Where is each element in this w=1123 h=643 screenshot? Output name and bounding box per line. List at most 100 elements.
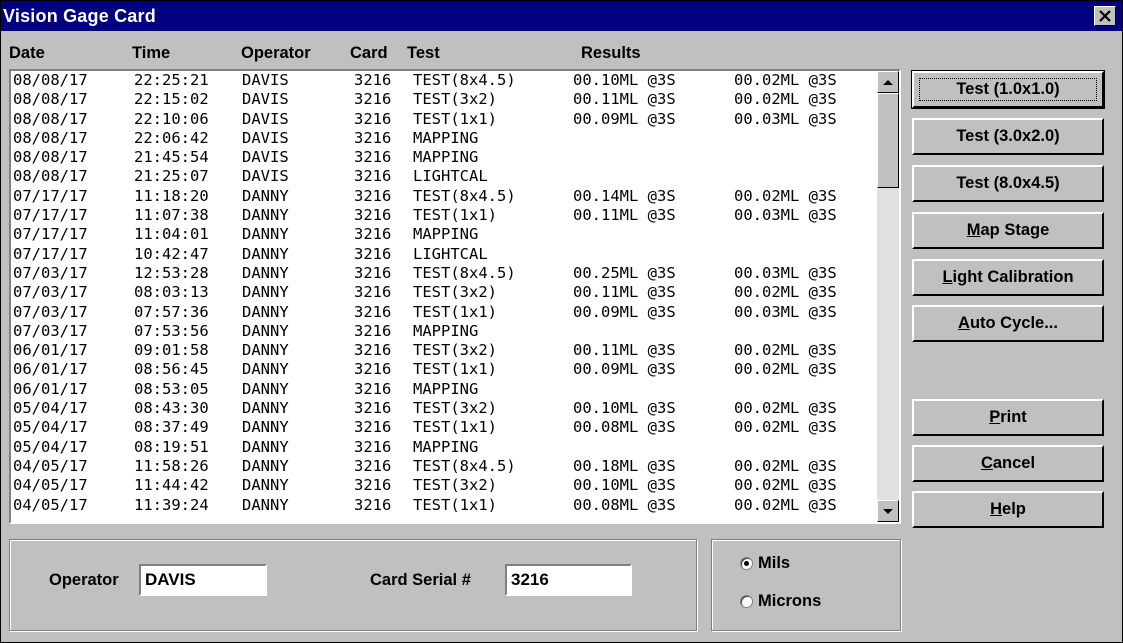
print-button[interactable]: Print: [912, 399, 1104, 436]
cell-date: 08/08/17: [13, 109, 88, 128]
mils-radio[interactable]: [740, 557, 753, 570]
cell-date: 07/17/17: [13, 244, 88, 263]
cell-test: TEST(1x1): [413, 109, 497, 128]
table-row[interactable]: 07/17/17 11:07:38 DANNY 3216 TEST(1x1) 00.11M…: [13, 206, 875, 225]
cell-operator: DANNY: [242, 186, 289, 205]
table-row[interactable]: 08/08/17 21:25:07 DAVIS 3216 LIGHTCAL: [13, 167, 875, 186]
cell-card: 3216: [354, 206, 392, 225]
cell-operator: DANNY: [242, 437, 289, 456]
help-label: elp: [1002, 500, 1026, 518]
units-group: [711, 539, 901, 631]
table-row[interactable]: 07/17/17 11:04:01 DANNY 3216 MAPPING: [13, 225, 875, 244]
cell-card: 3216: [354, 476, 392, 495]
cell-test: TEST(3x2): [413, 399, 497, 418]
table-row[interactable]: 07/17/17 10:42:47 DANNY 3216 LIGHTCAL: [13, 245, 875, 264]
cell-result-1: 00.10ML @3S: [573, 71, 676, 89]
column-header-operator: Operator: [241, 44, 311, 62]
cell-time: 11:44:42: [134, 476, 209, 495]
table-row[interactable]: 08/08/17 22:10:06 DAVIS 3216 TEST(1x1) 00.09M…: [13, 110, 875, 129]
table-row[interactable]: 04/05/17 11:39:24 DANNY 3216 TEST(1x1) 00.08M…: [13, 496, 875, 515]
map-stage-button[interactable]: Map Stage: [912, 212, 1104, 249]
cell-date: 06/01/17: [13, 379, 88, 398]
cell-date: 07/03/17: [13, 263, 88, 282]
selected-dot: [744, 561, 749, 566]
cell-time: 11:39:24: [134, 495, 209, 514]
vertical-scrollbar[interactable]: [877, 71, 899, 522]
cell-test: LIGHTCAL: [413, 244, 488, 263]
cell-date: 04/05/17: [13, 495, 88, 514]
cell-result-2: 00.02ML @3S: [734, 186, 837, 205]
test-1x1-button[interactable]: Test (1.0x1.0): [911, 70, 1105, 109]
scroll-thumb[interactable]: [877, 93, 899, 188]
table-row[interactable]: 08/08/17 21:45:54 DAVIS 3216 MAPPING: [13, 148, 875, 167]
cell-date: 07/03/17: [13, 321, 88, 340]
cell-result-2: 00.02ML @3S: [734, 456, 837, 475]
column-header-date: Date: [9, 44, 45, 62]
table-row[interactable]: 07/17/17 11:18:20 DANNY 3216 TEST(8x4.5) 00.1…: [13, 187, 875, 206]
test-3x2-button[interactable]: Test (3.0x2.0): [912, 118, 1104, 155]
cell-date: 05/04/17: [13, 418, 88, 437]
cell-card: 3216: [354, 456, 392, 475]
cell-time: 08:19:51: [134, 437, 209, 456]
cell-card: 3216: [354, 71, 392, 89]
cell-test: TEST(1x1): [413, 206, 497, 225]
cell-time: 22:15:02: [134, 90, 209, 109]
table-row[interactable]: 05/04/17 08:37:49 DANNY 3216 TEST(1x1) 00.08M…: [13, 418, 875, 437]
help-button[interactable]: Help: [912, 491, 1104, 528]
cell-time: 11:18:20: [134, 186, 209, 205]
table-row[interactable]: 07/03/17 12:53:28 DANNY 3216 TEST(8x4.5) 00.2…: [13, 264, 875, 283]
cell-time: 08:56:45: [134, 360, 209, 379]
cancel-mnemonic: C: [980, 454, 993, 472]
cell-test: MAPPING: [413, 225, 479, 244]
results-listbox[interactable]: 08/08/17 22:25:21 DAVIS 3216 TEST(8x4.5) 00.1…: [9, 69, 901, 524]
light-calibration-button[interactable]: Light Calibration: [912, 259, 1104, 296]
table-row[interactable]: 06/01/17 09:01:58 DANNY 3216 TEST(3x2) 00.11M…: [13, 341, 875, 360]
cell-result-2: 00.02ML @3S: [734, 360, 837, 379]
table-row[interactable]: 05/04/17 08:43:30 DANNY 3216 TEST(3x2) 00.10M…: [13, 399, 875, 418]
table-row[interactable]: 07/03/17 07:53:56 DANNY 3216 MAPPING: [13, 322, 875, 341]
card-serial-field[interactable]: 3216: [505, 564, 632, 596]
table-row[interactable]: 04/05/17 11:44:42 DANNY 3216 TEST(3x2) 00.10M…: [13, 476, 875, 495]
table-row[interactable]: 05/04/17 08:19:51 DANNY 3216 MAPPING: [13, 438, 875, 457]
scroll-down-button[interactable]: [877, 500, 899, 522]
column-header-card: Card: [350, 44, 388, 62]
table-row[interactable]: 07/03/17 07:57:36 DANNY 3216 TEST(1x1) 00.09M…: [13, 303, 875, 322]
table-row[interactable]: 06/01/17 08:53:05 DANNY 3216 MAPPING: [13, 380, 875, 399]
auto-cycle-button[interactable]: Auto Cycle...: [912, 305, 1104, 342]
microns-radio[interactable]: [740, 595, 753, 608]
cell-card: 3216: [354, 225, 392, 244]
cell-test: TEST(8x4.5): [413, 263, 516, 282]
scroll-up-button[interactable]: [877, 71, 899, 93]
cell-test: TEST(3x2): [413, 283, 497, 302]
cell-card: 3216: [354, 90, 392, 109]
cell-result-1: 00.10ML @3S: [573, 476, 676, 495]
table-row[interactable]: 08/08/17 22:15:02 DAVIS 3216 TEST(3x2) 00.11M…: [13, 90, 875, 109]
cell-card: 3216: [354, 418, 392, 437]
light-calibration-mnemonic: L: [942, 268, 953, 286]
table-row[interactable]: 07/03/17 08:03:13 DANNY 3216 TEST(3x2) 00.11M…: [13, 283, 875, 302]
cell-operator: DANNY: [242, 476, 289, 495]
title-bar[interactable]: Vision Gage Card: [1, 1, 1122, 31]
operator-field[interactable]: DAVIS: [139, 564, 267, 596]
cell-result-1: 00.10ML @3S: [573, 399, 676, 418]
test-8x4-5-button[interactable]: Test (8.0x4.5): [912, 165, 1104, 202]
table-row[interactable]: 06/01/17 08:56:45 DANNY 3216 TEST(1x1) 00.09M…: [13, 360, 875, 379]
results-rows: 08/08/17 22:25:21 DAVIS 3216 TEST(8x4.5) 00.1…: [13, 71, 875, 515]
cell-date: 05/04/17: [13, 437, 88, 456]
cell-result-2: 00.03ML @3S: [734, 109, 837, 128]
table-row[interactable]: 08/08/17 22:25:21 DAVIS 3216 TEST(8x4.5) 00.1…: [13, 71, 875, 90]
test-3x2-label: Test (3.0x2.0): [956, 127, 1060, 145]
cell-operator: DAVIS: [242, 90, 289, 109]
close-button[interactable]: [1094, 6, 1116, 26]
cell-test: MAPPING: [413, 437, 479, 456]
cancel-button[interactable]: Cancel: [912, 445, 1104, 482]
cell-time: 07:57:36: [134, 302, 209, 321]
column-header-time: Time: [132, 44, 171, 62]
cell-time: 09:01:58: [134, 341, 209, 360]
operator-label: Operator: [49, 571, 119, 589]
cell-result-1: 00.11ML @3S: [573, 90, 676, 109]
table-row[interactable]: 04/05/17 11:58:26 DANNY 3216 TEST(8x4.5) 00.1…: [13, 457, 875, 476]
table-row[interactable]: 08/08/17 22:06:42 DAVIS 3216 MAPPING: [13, 129, 875, 148]
cell-time: 08:37:49: [134, 418, 209, 437]
cell-date: 07/17/17: [13, 225, 88, 244]
